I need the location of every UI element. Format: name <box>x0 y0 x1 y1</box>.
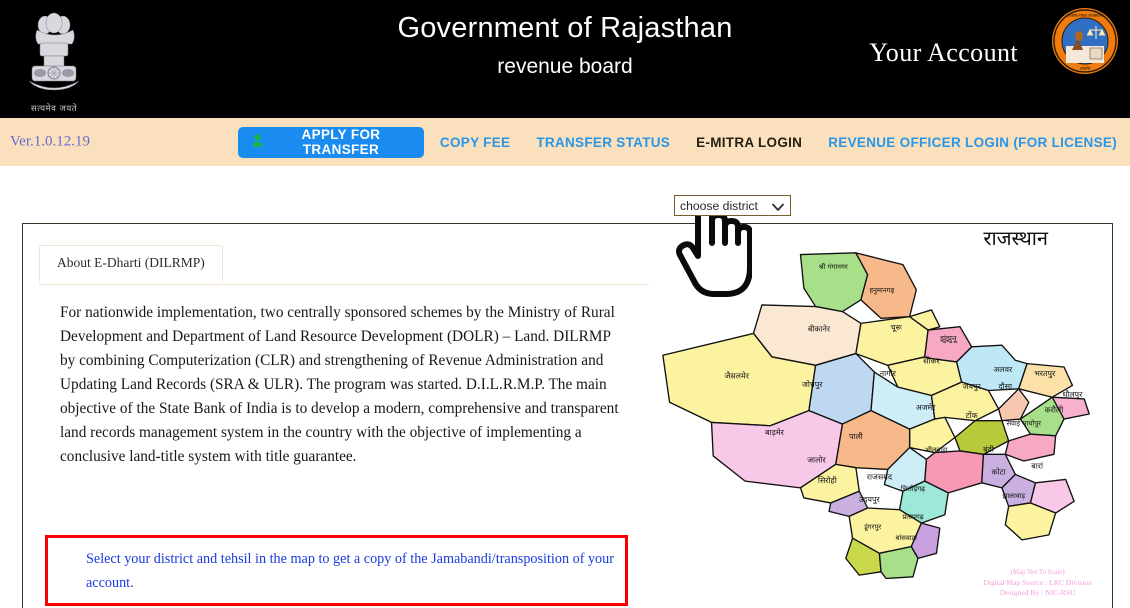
version-label: Ver.1.0.12.19 <box>10 133 90 150</box>
main-content-area: About E-Dharti (DILRMP) For nationwide i… <box>0 166 1130 608</box>
nav-items: APPLY FOR TRANSFER COPY FEE TRANSFER STA… <box>238 118 1130 166</box>
district-selection-notice-text: Select your district and tehsil in the m… <box>86 551 614 591</box>
tab-about-edharti[interactable]: About E-Dharti (DILRMP) <box>39 245 223 282</box>
apply-for-transfer-label: APPLY FOR TRANSFER <box>301 127 381 157</box>
choose-district-select[interactable]: choose district <box>674 195 791 216</box>
map-credit-line-1: (Map Not To Scale) <box>1010 569 1065 576</box>
india-national-emblem-icon: सत्यमेव जयते <box>14 2 94 114</box>
district-select-wrapper: choose district <box>674 195 791 216</box>
map-credit-line-3: Designed By : NIC-RSU <box>999 588 1076 597</box>
nav-link-emitra-login[interactable]: E-MITRA LOGIN <box>683 135 815 150</box>
site-header: सत्यमेव जयते Government of Rajasthan rev… <box>0 0 1130 118</box>
your-account-label[interactable]: Your Account <box>869 38 1018 68</box>
svg-text:राजस्व मंडल राजस्थान: राजस्व मंडल राजस्थान <box>1067 13 1103 19</box>
rajasthan-revenue-board-seal-icon: राजस्व मंडल राजस्थान अजमेर <box>1050 6 1120 76</box>
rajasthan-district-map[interactable]: राजस्थान श्री गंगानगर हनुमानगढ़ बीकानेर … <box>636 214 1106 608</box>
nav-link-revenue-officer-login[interactable]: REVENUE OFFICER LOGIN (FOR LICENSE) <box>815 135 1130 150</box>
nav-link-transfer-status[interactable]: TRANSFER STATUS <box>523 135 683 150</box>
district-selection-notice: Select your district and tehsil in the m… <box>45 535 628 606</box>
person-icon <box>252 134 263 150</box>
apply-for-transfer-button[interactable]: APPLY FOR TRANSFER <box>238 126 424 158</box>
map-credit: (Map Not To Scale) Digital Map Source : … <box>983 568 1092 598</box>
content-card: About E-Dharti (DILRMP) For nationwide i… <box>22 195 1113 608</box>
svg-text:अजमेर: अजमेर <box>1079 66 1090 72</box>
main-navigation-bar: Ver.1.0.12.19 APPLY FOR TRANSFER COPY FE… <box>0 118 1130 166</box>
emblem-caption: सत्यमेव जयते <box>30 104 78 114</box>
nav-link-copy-fee[interactable]: COPY FEE <box>424 135 523 150</box>
about-paragraph: For nationwide implementation, two centr… <box>60 304 619 465</box>
map-credit-line-2: Digital Map Source : LRC Division <box>983 578 1092 587</box>
tab-underline-divider <box>39 284 649 285</box>
